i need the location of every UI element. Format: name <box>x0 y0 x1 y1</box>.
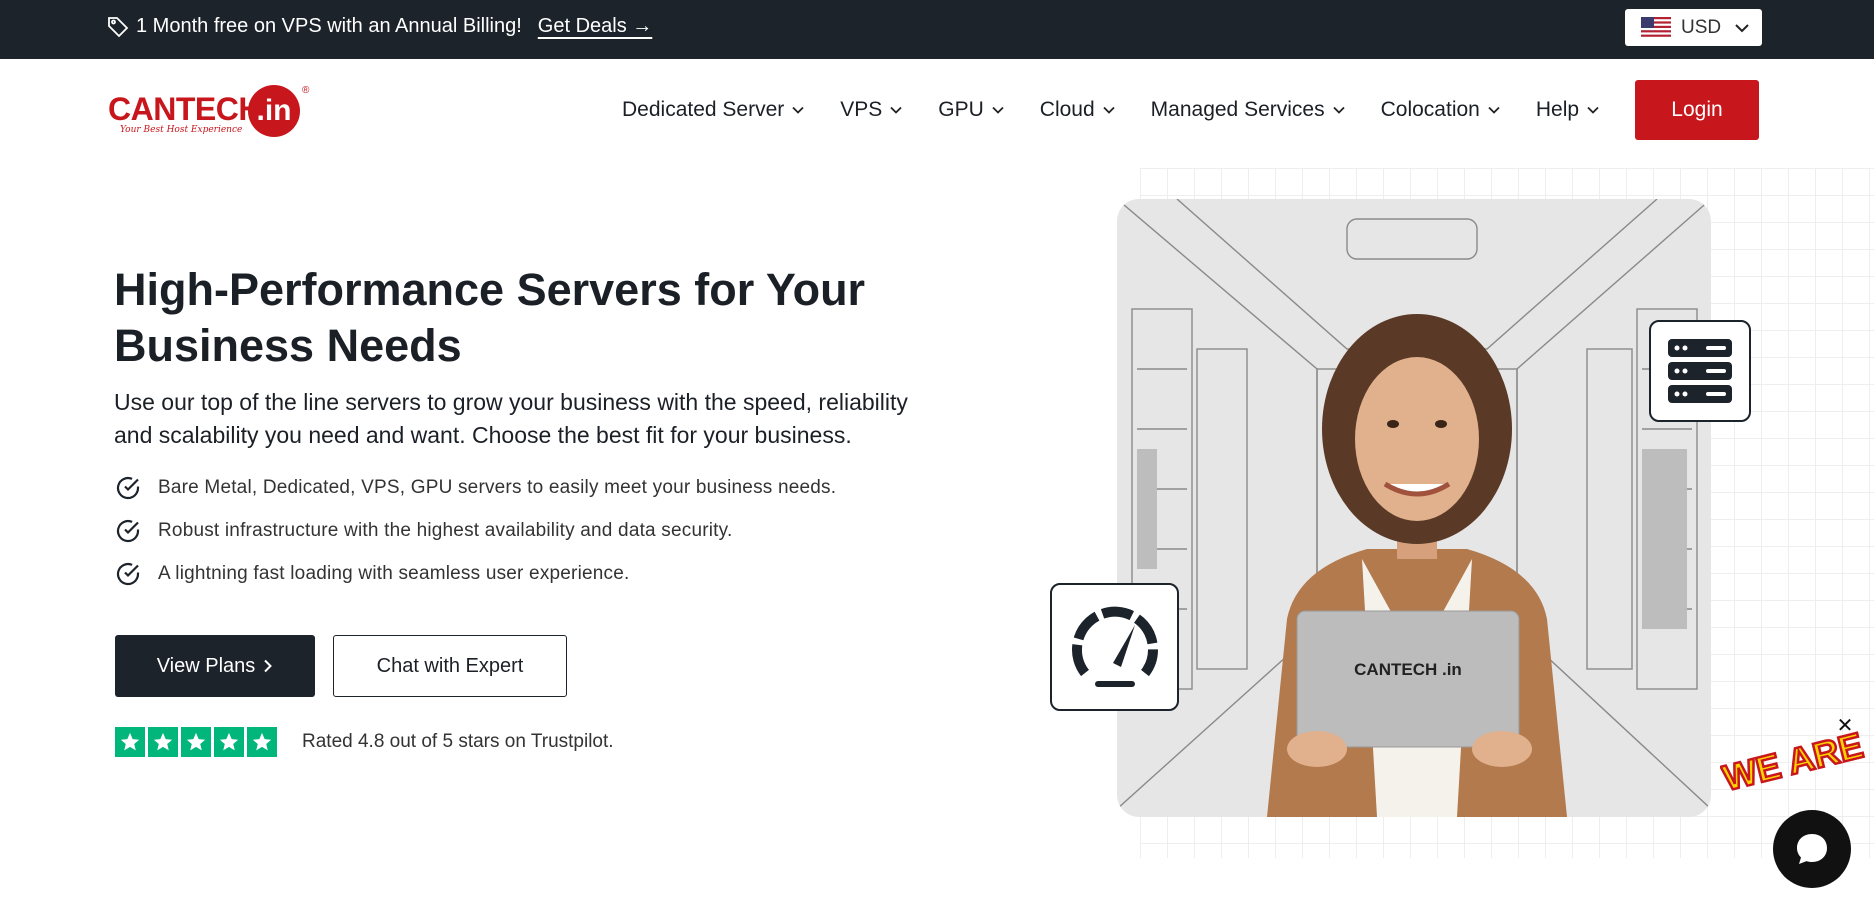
nav-label: Colocation <box>1380 98 1480 121</box>
rating-stars <box>115 727 280 757</box>
laptop-logo-text: CANTECH .in <box>1354 660 1462 679</box>
check-circle-icon <box>116 562 140 586</box>
open-chat-button[interactable] <box>1773 810 1851 888</box>
feature-item: Bare Metal, Dedicated, VPS, GPU servers … <box>114 474 836 502</box>
feature-text: Bare Metal, Dedicated, VPS, GPU servers … <box>158 477 837 498</box>
nav-managed-services[interactable]: Managed Services <box>1151 98 1345 122</box>
logo-registered-mark: ® <box>302 85 310 96</box>
star-icon <box>247 727 277 757</box>
logo-tagline: Your Best Host Experience <box>120 125 243 135</box>
hero-title-line-2: Business Needs <box>114 320 462 371</box>
cantech-logo[interactable]: CANTECH .in ® Your Best Host Experience <box>108 85 310 137</box>
server-badge <box>1649 320 1751 422</box>
nav-colocation[interactable]: Colocation <box>1381 98 1500 122</box>
hero-subtitle: Use our top of the line servers to grow … <box>114 386 964 452</box>
chevron-down-icon <box>1103 106 1115 114</box>
check-circle-icon <box>116 519 140 543</box>
star-icon <box>148 727 178 757</box>
nav-label: Dedicated Server <box>622 98 785 121</box>
chevron-down-icon <box>890 106 902 114</box>
nav-gpu[interactable]: GPU <box>938 98 1004 122</box>
hero-title-line-1: High-Performance Servers for Your <box>114 264 866 315</box>
logo-wordmark: CANTECH <box>108 91 261 127</box>
hero-subtitle-line-2: and scalability you need and want. Choos… <box>114 422 852 448</box>
nav-label: GPU <box>938 98 984 121</box>
chevron-down-icon <box>1735 23 1749 32</box>
feature-item: A lightning fast loading with seamless u… <box>114 560 836 588</box>
nav-label: Managed Services <box>1150 98 1325 121</box>
trustpilot-rating[interactable]: Rated 4.8 out of 5 stars on Trustpilot. <box>115 727 614 757</box>
star-icon <box>214 727 244 757</box>
feature-list: Bare Metal, Dedicated, VPS, GPU servers … <box>114 474 836 603</box>
star-icon <box>181 727 211 757</box>
datacenter-woman-illustration: CANTECH .in <box>1117 199 1711 817</box>
chat-bubble-icon <box>1797 834 1827 864</box>
chevron-down-icon <box>1488 106 1500 114</box>
star-icon <box>115 727 145 757</box>
promo-bar: 1 Month free on VPS with an Annual Billi… <box>0 0 1874 59</box>
chat-with-expert-button[interactable]: Chat with Expert <box>333 635 567 697</box>
chevron-down-icon <box>1332 106 1345 114</box>
view-plans-button[interactable]: View Plans <box>115 635 315 697</box>
logo-in-badge: .in <box>248 85 300 137</box>
nav-label: VPS <box>840 98 883 121</box>
banner-text: WE ARE HERE <box>1720 730 1870 799</box>
speedometer-icon <box>1071 606 1158 687</box>
feature-item: Robust infrastructure with the highest a… <box>114 517 836 545</box>
hero-subtitle-line-1: Use our top of the line servers to grow … <box>114 389 908 415</box>
chevron-down-icon <box>992 106 1004 114</box>
server-rack-icon <box>1668 339 1732 403</box>
nav-label: Cloud <box>1039 98 1095 121</box>
currency-label: USD <box>1681 16 1722 38</box>
nav-cloud[interactable]: Cloud <box>1040 98 1115 122</box>
tag-icon <box>108 17 129 38</box>
nav-dedicated-server[interactable]: Dedicated Server <box>622 98 804 122</box>
speed-badge <box>1050 583 1179 711</box>
check-circle-icon <box>116 476 140 500</box>
currency-selector[interactable]: USD <box>1625 9 1762 46</box>
main-nav: Dedicated Server VPS GPU Cloud Managed S… <box>622 59 1635 161</box>
view-plans-label: View Plans <box>156 654 256 677</box>
promo-message: 1 Month free on VPS with an Annual Billi… <box>106 0 652 52</box>
hero-image: CANTECH .in <box>1117 199 1711 817</box>
promo-text: 1 Month free on VPS with an Annual Billi… <box>136 14 522 37</box>
nav-help[interactable]: Help <box>1536 98 1599 122</box>
get-deals-link[interactable]: Get Deals → <box>538 15 652 38</box>
site-header: CANTECH .in ® Your Best Host Experience … <box>0 59 1874 161</box>
nav-label: Help <box>1535 98 1580 121</box>
us-flag-icon <box>1641 16 1671 39</box>
feature-text: A lightning fast loading with seamless u… <box>158 563 630 584</box>
feature-text: Robust infrastructure with the highest a… <box>158 520 733 541</box>
chevron-down-icon <box>1587 106 1599 114</box>
nav-vps[interactable]: VPS <box>840 98 902 122</box>
hero-title: High-Performance Servers for Your Busine… <box>114 262 934 374</box>
login-button[interactable]: Login <box>1635 80 1759 140</box>
chevron-right-icon <box>264 659 273 673</box>
rating-text: Rated 4.8 out of 5 stars on Trustpilot. <box>302 731 614 752</box>
chevron-down-icon <box>792 106 804 114</box>
